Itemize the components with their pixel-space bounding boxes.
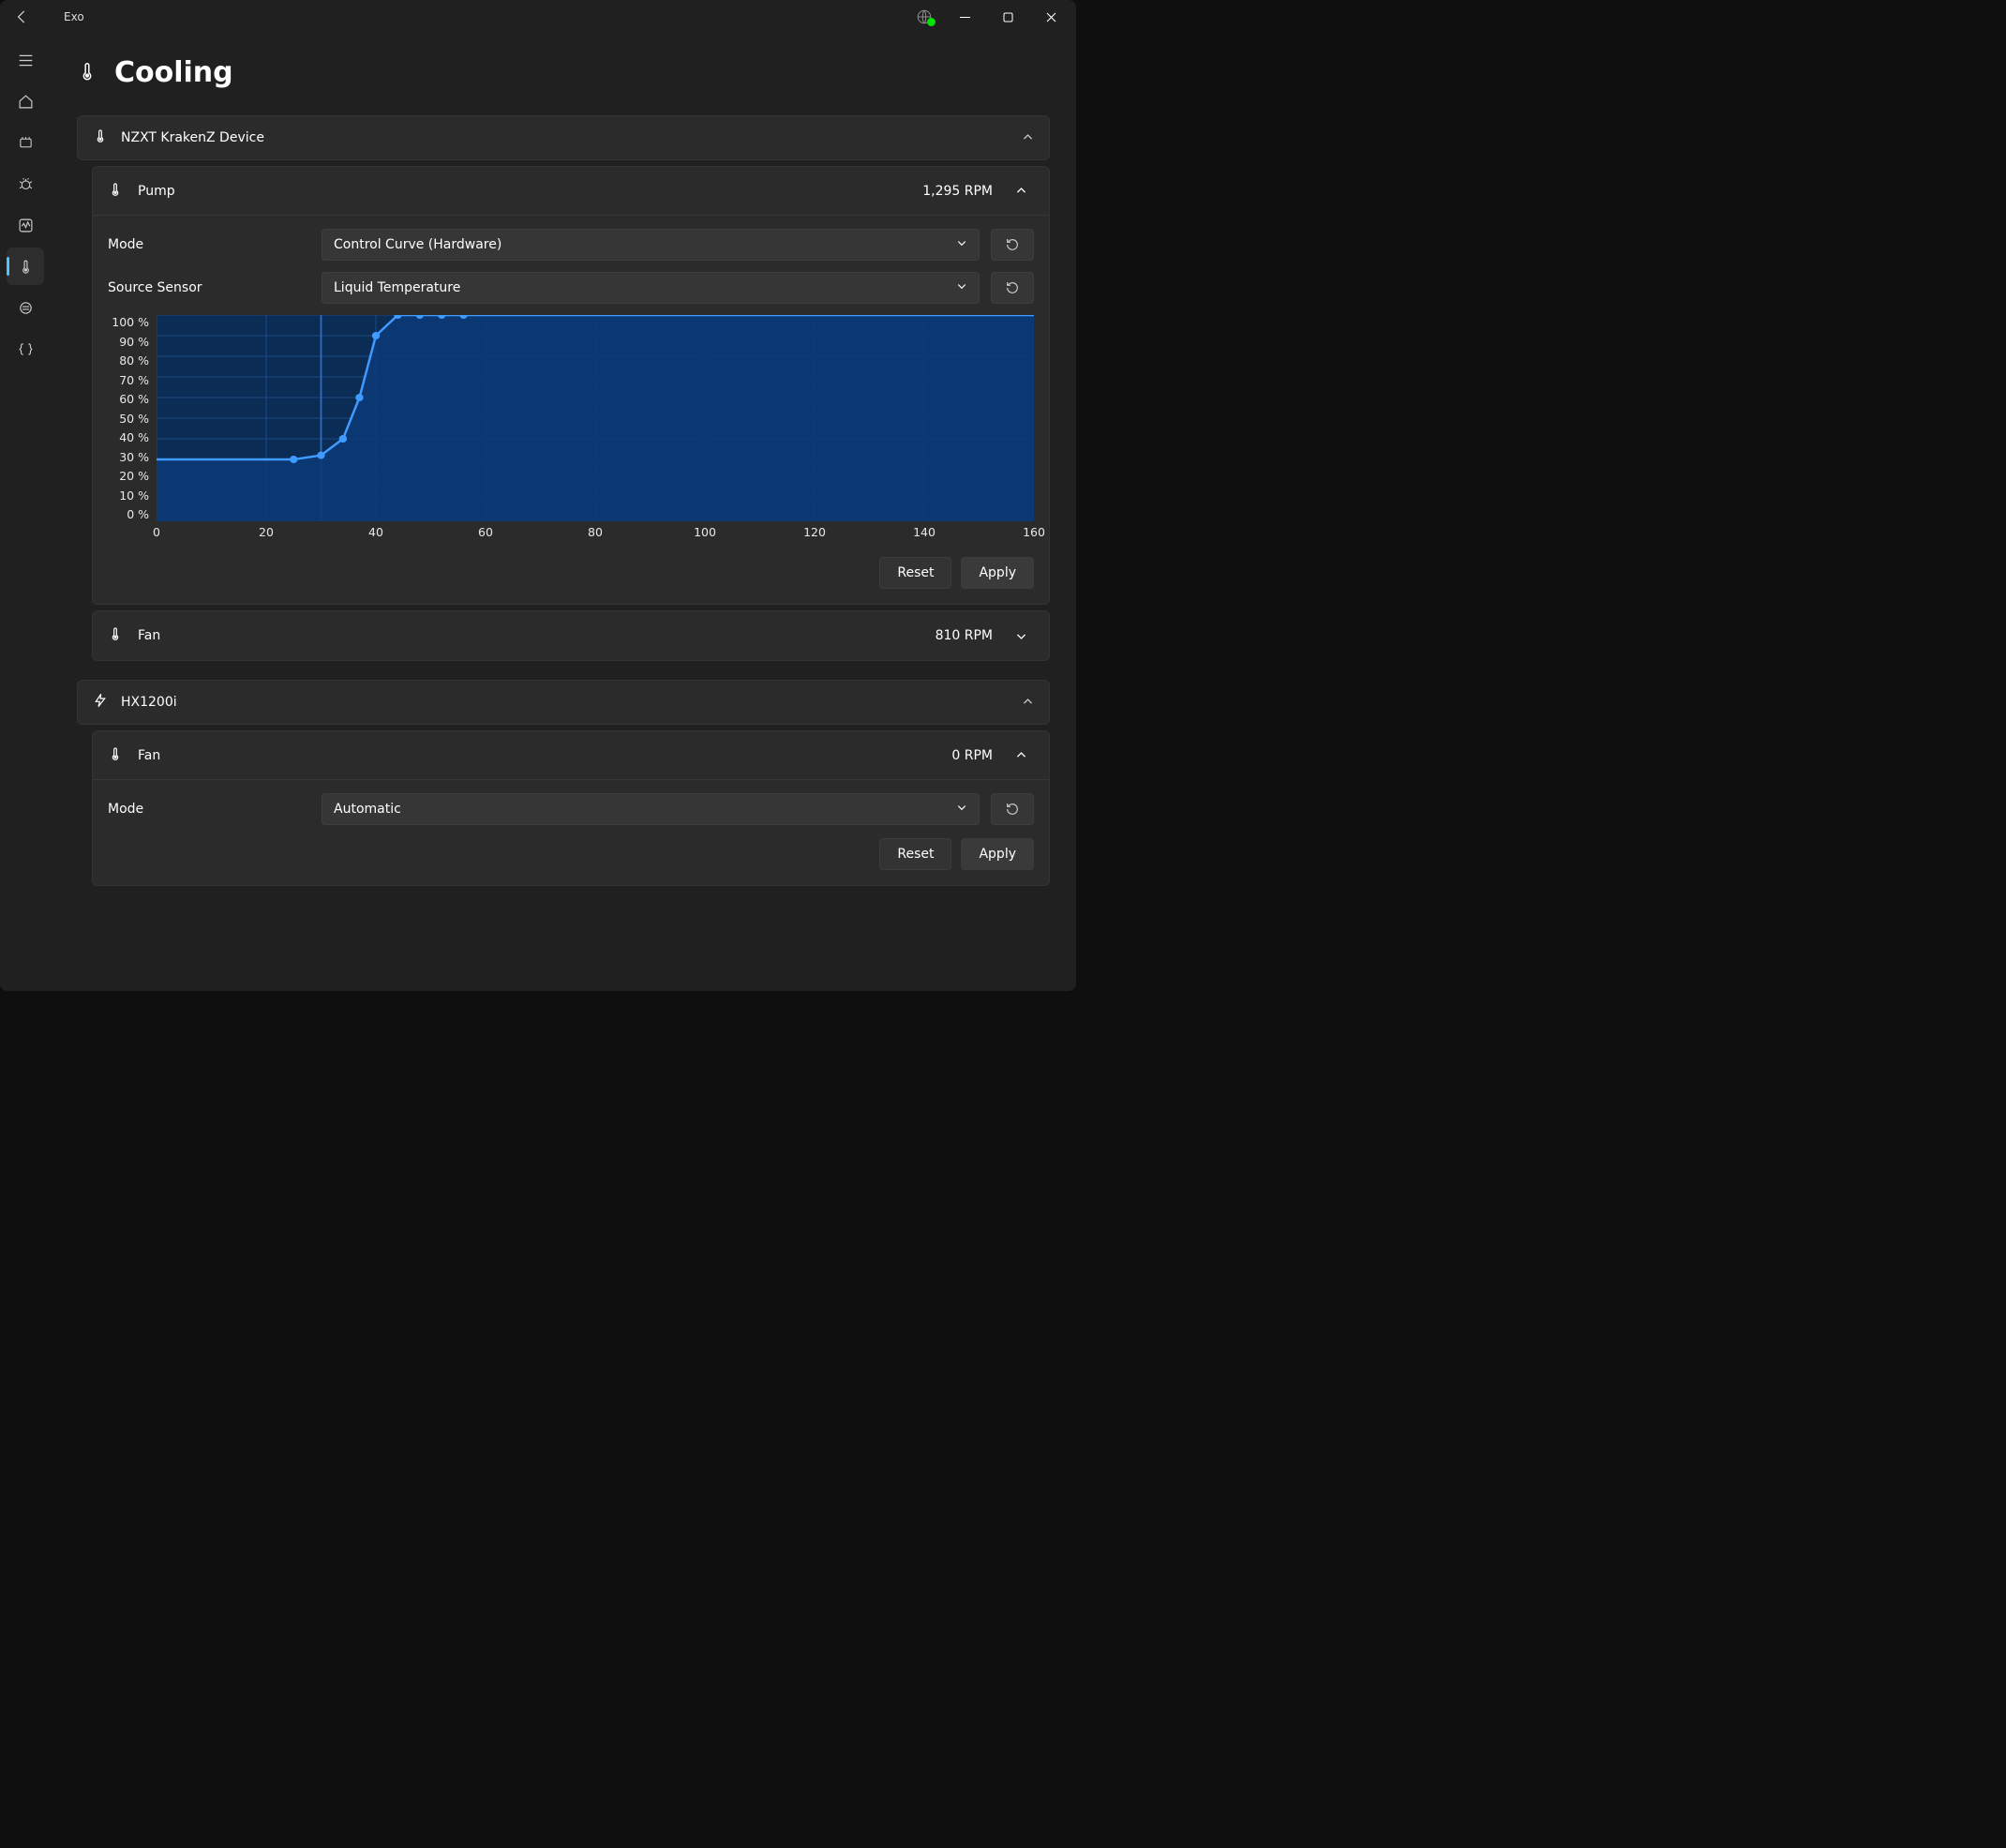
reset-button[interactable]: Reset xyxy=(879,838,951,870)
chevron-down-icon xyxy=(1008,623,1034,649)
device-header[interactable]: NZXT KrakenZ Device xyxy=(78,116,1049,159)
channel-header[interactable]: Fan 810 RPM xyxy=(93,611,1049,660)
close-button[interactable] xyxy=(1029,0,1072,34)
chevron-up-icon xyxy=(1008,178,1034,204)
thermometer-icon xyxy=(77,61,97,85)
maximize-button[interactable] xyxy=(986,0,1029,34)
device-name: NZXT KrakenZ Device xyxy=(121,130,264,145)
mode-value: Automatic xyxy=(334,802,401,817)
mode-label: Mode xyxy=(108,802,310,817)
device-panel-krakenz: NZXT KrakenZ Device xyxy=(77,115,1050,160)
nav-presets[interactable] xyxy=(7,289,44,326)
chevron-down-icon xyxy=(956,237,967,252)
nav-monitoring[interactable] xyxy=(7,206,44,244)
thermometer-icon xyxy=(93,128,108,147)
channel-panel-fan: Fan 810 RPM xyxy=(92,610,1050,661)
page-title: Cooling xyxy=(114,56,233,89)
mode-value: Control Curve (Hardware) xyxy=(334,237,502,252)
channel-rpm: 0 RPM xyxy=(951,748,993,763)
bolt-icon xyxy=(93,693,108,712)
chevron-down-icon xyxy=(956,802,967,817)
nav-menu-toggle[interactable] xyxy=(7,41,44,79)
bug-icon xyxy=(18,176,34,192)
chart-x-axis: 020406080100120140160 xyxy=(157,525,1034,544)
apply-button[interactable]: Apply xyxy=(961,838,1034,870)
content-area: Cooling NZXT KrakenZ Device xyxy=(51,34,1076,991)
sensor-reset-button[interactable] xyxy=(991,272,1034,304)
thermometer-icon xyxy=(18,259,34,275)
chevron-down-icon xyxy=(956,280,967,295)
connection-status[interactable] xyxy=(906,0,943,34)
nav-dev[interactable] xyxy=(7,330,44,368)
chevron-up-icon xyxy=(1022,129,1034,147)
nav-lighting[interactable] xyxy=(7,165,44,203)
nav-cooling[interactable] xyxy=(7,248,44,285)
channel-rpm: 810 RPM xyxy=(936,628,993,643)
layers-icon xyxy=(18,300,34,316)
back-button[interactable] xyxy=(0,0,45,34)
mode-select[interactable]: Control Curve (Hardware) xyxy=(322,229,980,261)
mode-reset-button[interactable] xyxy=(991,229,1034,261)
thermometer-icon xyxy=(108,746,123,765)
activity-icon xyxy=(18,218,34,233)
channel-header[interactable]: Pump 1,295 RPM xyxy=(93,167,1049,216)
nav-home[interactable] xyxy=(7,83,44,120)
chart-y-axis: 100 %90 %80 %70 %60 %50 %40 %30 %20 %10 … xyxy=(108,315,157,521)
chip-icon xyxy=(18,135,34,151)
thermometer-icon xyxy=(108,626,123,645)
channel-panel-pump: Pump 1,295 RPM Mode Control Curve (Hardw… xyxy=(92,166,1050,605)
mode-label: Mode xyxy=(108,237,310,252)
channel-name: Fan xyxy=(138,748,160,763)
device-panel-hx1200i: HX1200i xyxy=(77,680,1050,725)
channel-header[interactable]: Fan 0 RPM xyxy=(93,731,1049,780)
chevron-up-icon xyxy=(1022,694,1034,712)
chevron-up-icon xyxy=(1008,743,1034,769)
page-header: Cooling xyxy=(77,56,1050,89)
reset-button[interactable]: Reset xyxy=(879,557,951,589)
channel-name: Fan xyxy=(138,628,160,643)
device-name: HX1200i xyxy=(121,695,177,710)
sensor-select[interactable]: Liquid Temperature xyxy=(322,272,980,304)
braces-icon xyxy=(18,341,34,357)
thermometer-icon xyxy=(108,182,123,201)
channel-name: Pump xyxy=(138,184,175,199)
nav-devices[interactable] xyxy=(7,124,44,161)
device-header[interactable]: HX1200i xyxy=(78,681,1049,724)
titlebar: Exo xyxy=(0,0,1076,34)
channel-rpm: 1,295 RPM xyxy=(922,184,993,199)
channel-panel-psu-fan: Fan 0 RPM Mode Automatic xyxy=(92,730,1050,886)
menu-icon xyxy=(18,53,34,68)
mode-select[interactable]: Automatic xyxy=(322,793,980,825)
sensor-value: Liquid Temperature xyxy=(334,280,460,295)
home-icon xyxy=(18,94,34,110)
undo-icon xyxy=(1005,802,1020,817)
undo-icon xyxy=(1005,280,1020,295)
status-online-dot xyxy=(927,18,936,26)
control-curve-chart[interactable]: 100 %90 %80 %70 %60 %50 %40 %30 %20 %10 … xyxy=(108,315,1034,521)
sensor-label: Source Sensor xyxy=(108,280,310,295)
app-title: Exo xyxy=(64,10,84,23)
apply-button[interactable]: Apply xyxy=(961,557,1034,589)
sidebar xyxy=(0,34,51,991)
minimize-button[interactable] xyxy=(943,0,986,34)
mode-reset-button[interactable] xyxy=(991,793,1034,825)
undo-icon xyxy=(1005,237,1020,252)
